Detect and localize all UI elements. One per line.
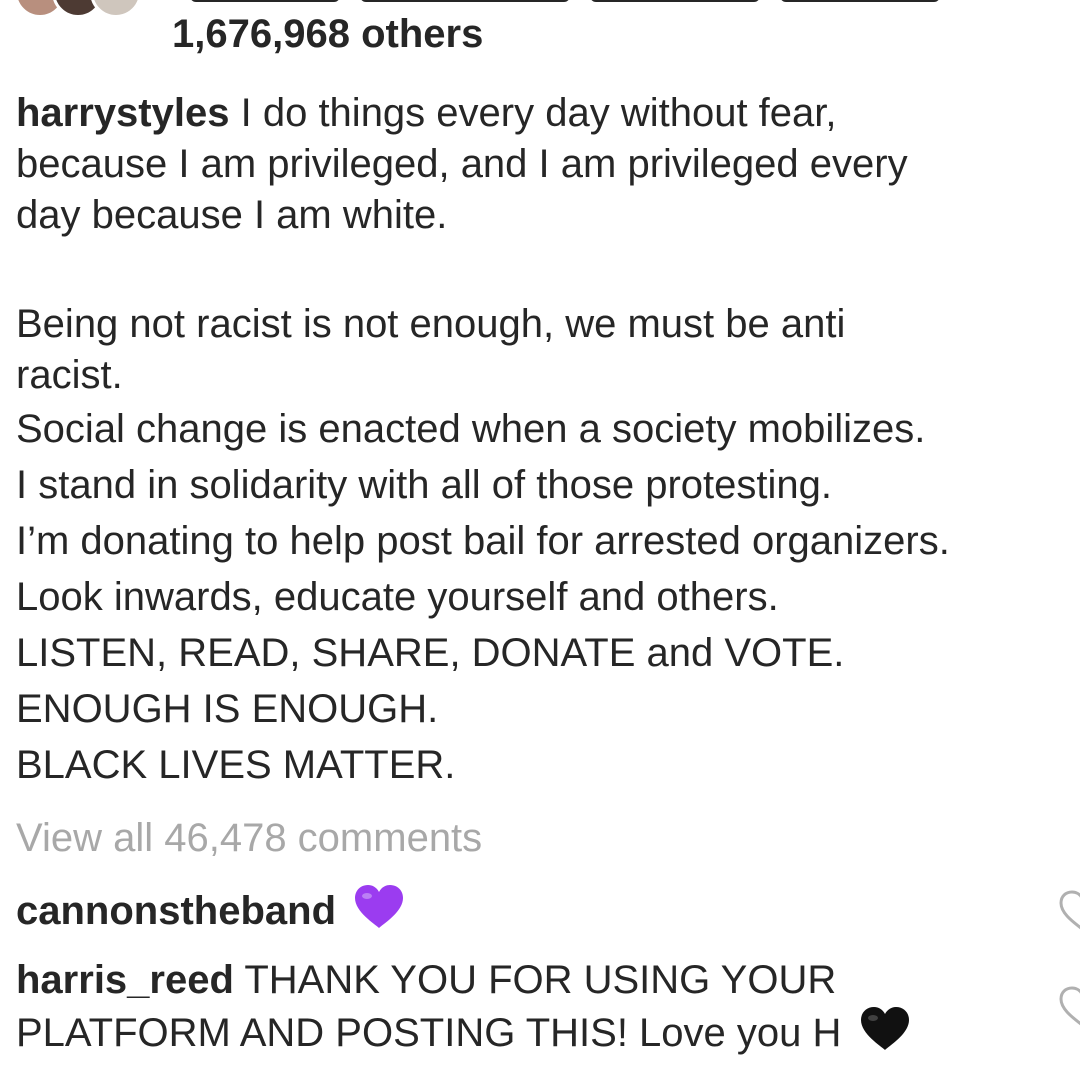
- caption-line: racist.: [16, 353, 123, 397]
- comment-username[interactable]: cannonstheband: [16, 889, 336, 933]
- clipped-liked-by-text: [190, 0, 950, 6]
- comment-line-1: harris_reed THANK YOU FOR USING YOUR: [16, 955, 1056, 1006]
- caption-line: because I am privileged, and I am privil…: [16, 142, 908, 186]
- comment-text: PLATFORM AND POSTING THIS! Love you H: [16, 1011, 842, 1056]
- caption-text: I do things every day without fear,: [240, 91, 837, 135]
- caption-line: ENOUGH IS ENOUGH.: [16, 687, 439, 731]
- likes-bar: 1,676,968 others: [0, 0, 1080, 70]
- comment-text: THANK YOU FOR USING YOUR: [244, 958, 837, 1002]
- caption-line: day because I am white.: [16, 193, 448, 237]
- black-heart-icon: [859, 1006, 911, 1065]
- comment-line-2: PLATFORM AND POSTING THIS! Love you H: [16, 1006, 1056, 1065]
- heart-outline-icon[interactable]: [1058, 890, 1080, 932]
- post-caption: harrystyles I do things every day withou…: [16, 88, 1076, 793]
- liker-avatars[interactable]: [14, 0, 164, 20]
- caption-line: I’m donating to help post bail for arres…: [16, 519, 950, 563]
- likes-count[interactable]: 1,676,968 others: [172, 8, 483, 60]
- purple-heart-icon: [353, 884, 405, 943]
- caption-username[interactable]: harrystyles: [16, 91, 229, 135]
- caption-line: Social change is enacted when a society …: [16, 407, 926, 451]
- comment: harris_reed THANK YOU FOR USING YOUR PLA…: [16, 955, 1056, 1065]
- caption-line: LISTEN, READ, SHARE, DONATE and VOTE.: [16, 631, 845, 675]
- view-all-comments-link[interactable]: View all 46,478 comments: [16, 812, 482, 864]
- heart-outline-icon[interactable]: [1058, 986, 1080, 1028]
- comment-username[interactable]: harris_reed: [16, 958, 234, 1002]
- avatar: [90, 0, 142, 18]
- caption-line-1: harrystyles I do things every day withou…: [16, 88, 1076, 139]
- comment: cannonstheband: [16, 884, 1056, 943]
- caption-line: Look inwards, educate yourself and other…: [16, 575, 779, 619]
- caption-line: Being not racist is not enough, we must …: [16, 302, 846, 346]
- caption-line: BLACK LIVES MATTER.: [16, 743, 456, 787]
- caption-line: I stand in solidarity with all of those …: [16, 463, 832, 507]
